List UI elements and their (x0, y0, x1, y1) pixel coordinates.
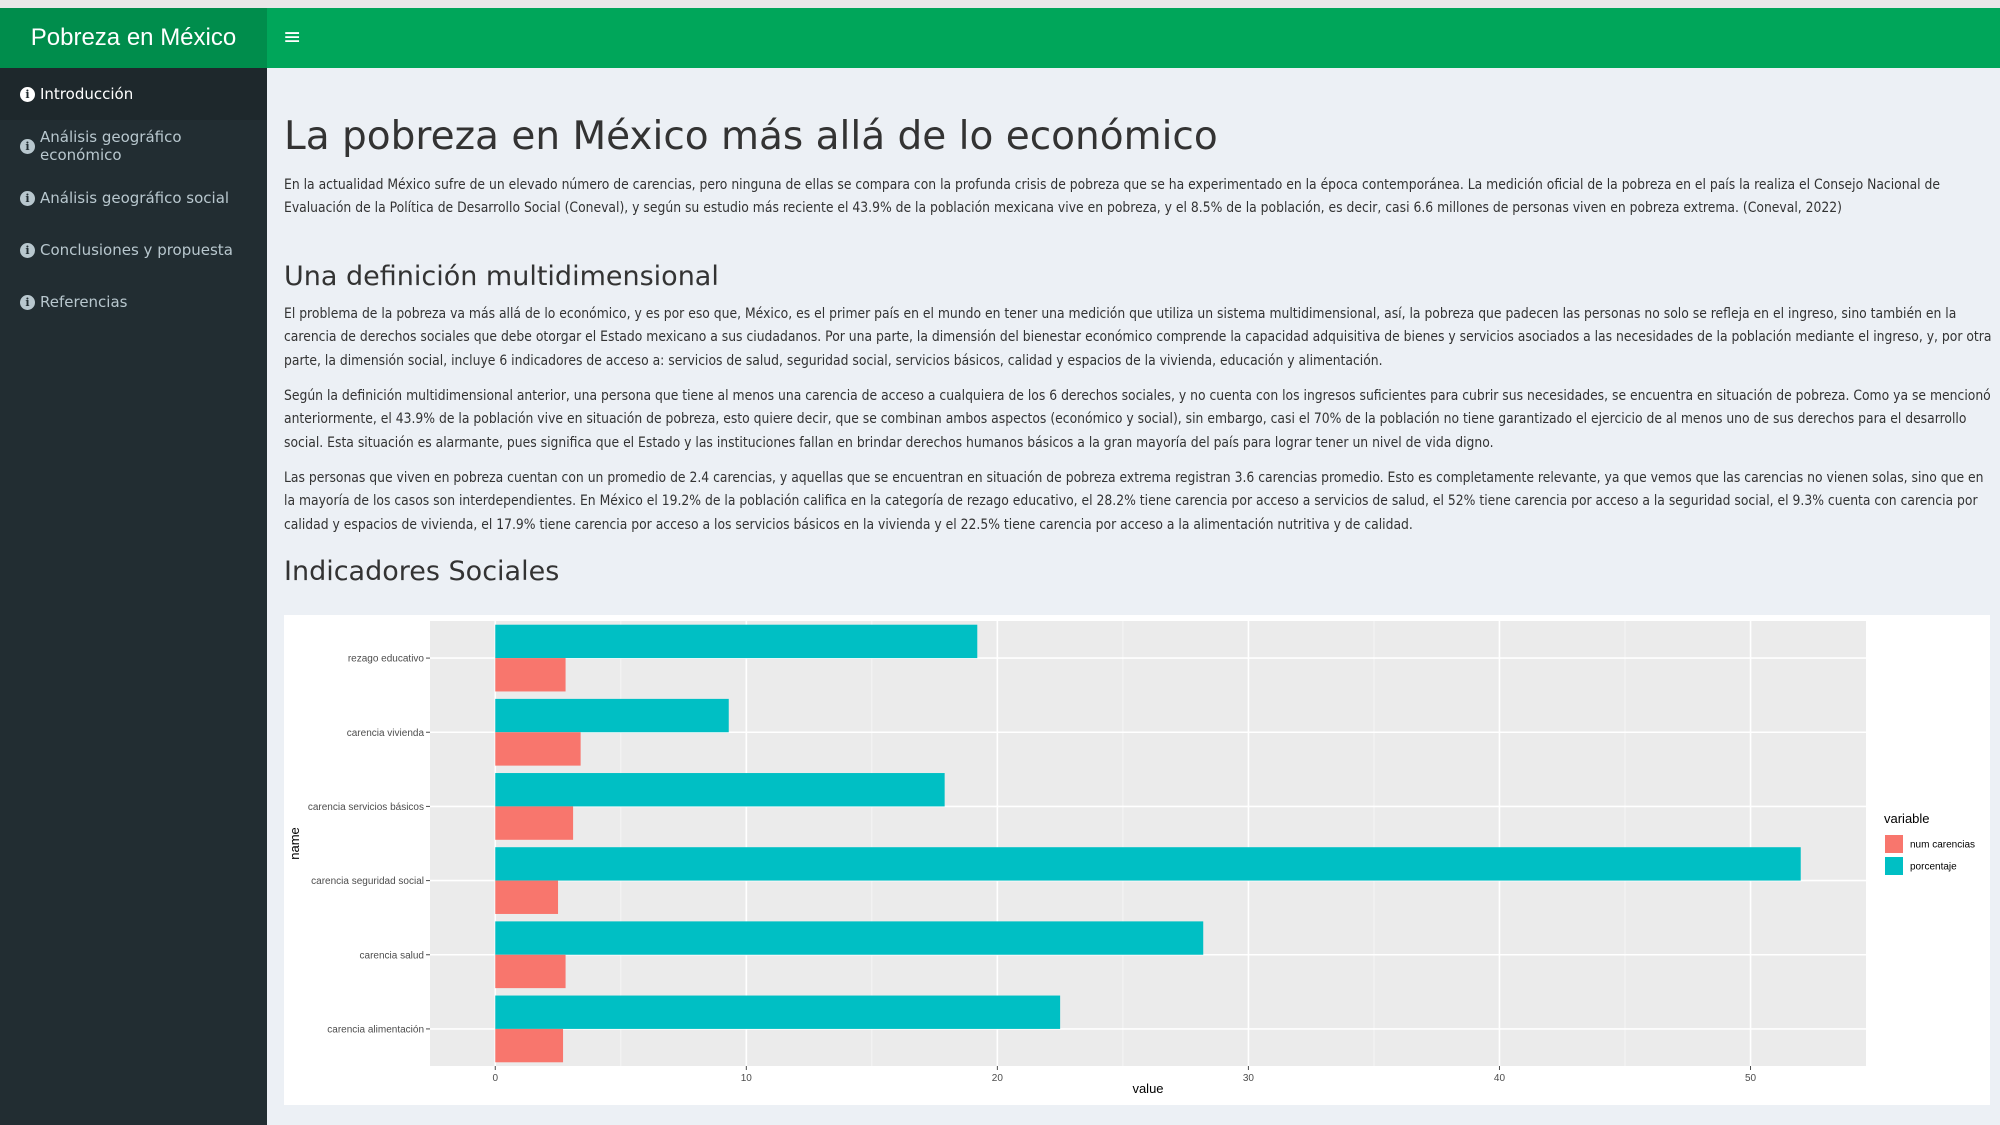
indicadores-bar-chart: rezago educativo carencia vivienda carenci… (287, 621, 1975, 1096)
sidebar-item-label: Conclusiones y propuesta (40, 241, 233, 259)
hamburger-icon[interactable]: ≡ (283, 24, 301, 52)
sidebar-item-introduccion[interactable]: i Introducción (0, 68, 267, 120)
bar-num-carencias (495, 732, 581, 766)
bar-num-carencias (495, 658, 566, 692)
x-tick-label: 10 (741, 1073, 753, 1084)
paragraph-definicion-1: El problema de la pobreza va más allá de… (284, 306, 1992, 369)
info-circle-icon: i (20, 86, 35, 102)
sidebar-item-analisis-economico[interactable]: i Análisis geográfico económico (0, 120, 267, 172)
x-tick-label: 40 (1494, 1073, 1506, 1084)
sidebar-item-conclusiones[interactable]: i Conclusiones y propuesta (0, 224, 267, 276)
sidebar-item-referencias[interactable]: i Referencias (0, 276, 267, 328)
sidebar-item-label: Análisis geográfico económico (40, 128, 182, 164)
bar-num-carencias (495, 880, 559, 914)
sidebar-item-label: Análisis geográfico social (40, 189, 230, 207)
paragraph-definicion-2: Según la definición multidimensional ant… (284, 388, 1991, 451)
main-content: La pobreza en México más allá de lo econ… (267, 68, 2000, 1125)
sidebar: Pobreza en México i Introducción i Análi… (0, 8, 267, 1125)
chart-container: rezago educativo carencia vivienda carenci… (284, 615, 1990, 1105)
bar-porcentaje (495, 698, 729, 733)
legend-title: variable (1884, 811, 1930, 826)
x-tick-label: 20 (992, 1073, 1004, 1084)
bar-porcentaje (495, 995, 1061, 1029)
intro-paragraph: En la actualidad México sufre de un elev… (284, 177, 1941, 217)
info-circle-icon: i (20, 190, 35, 206)
y-tick-label: carencia vivienda (347, 728, 425, 739)
x-axis-title: value (1132, 1081, 1163, 1096)
legend-label: num carencias (1910, 840, 1975, 851)
y-tick-label: carencia alimentación (327, 1024, 424, 1035)
bar-porcentaje (495, 773, 945, 807)
bar-porcentaje (495, 921, 1204, 955)
section-title-definicion: Una definición multidimensional (284, 261, 719, 292)
paragraph-definicion-3: Las personas que viven en pobreza cuenta… (284, 470, 1984, 533)
x-tick-label: 50 (1745, 1073, 1757, 1084)
bar-porcentaje (495, 624, 978, 659)
legend-label: porcentaje (1910, 862, 1957, 873)
page-title: La pobreza en México más allá de lo econ… (284, 114, 1218, 159)
section-title-indicadores: Indicadores Sociales (284, 556, 560, 587)
sidebar-item-analisis-social[interactable]: i Análisis geográfico social (0, 172, 267, 224)
info-circle-icon: i (20, 294, 35, 310)
sidebar-item-label: Introducción (40, 85, 134, 103)
info-circle-icon: i (20, 242, 35, 258)
bar-num-carencias (495, 954, 566, 989)
sidebar-item-label: Referencias (40, 293, 128, 311)
legend-key-porcentaje (1885, 857, 1903, 875)
bar-num-carencias (495, 1028, 564, 1063)
app-logo[interactable]: Pobreza en México (0, 8, 267, 68)
bar-porcentaje (495, 847, 1801, 881)
legend-key-num-carencias (1885, 835, 1903, 853)
y-axis-title: name (287, 827, 302, 860)
info-circle-icon: i (20, 138, 35, 154)
y-tick-label: carencia seguridad social (311, 876, 424, 887)
y-tick-label: carencia salud (360, 950, 424, 961)
browser-top-strip (0, 0, 2000, 8)
bar-num-carencias (495, 806, 574, 840)
top-navbar: ≡ (267, 8, 2000, 68)
y-tick-label: rezago educativo (348, 654, 425, 665)
x-tick-label: 0 (492, 1073, 498, 1084)
x-tick-label: 30 (1243, 1073, 1255, 1084)
sidebar-menu: i Introducción i Análisis geográfico eco… (0, 68, 267, 328)
y-tick-label: carencia servicios básicos (308, 802, 424, 813)
